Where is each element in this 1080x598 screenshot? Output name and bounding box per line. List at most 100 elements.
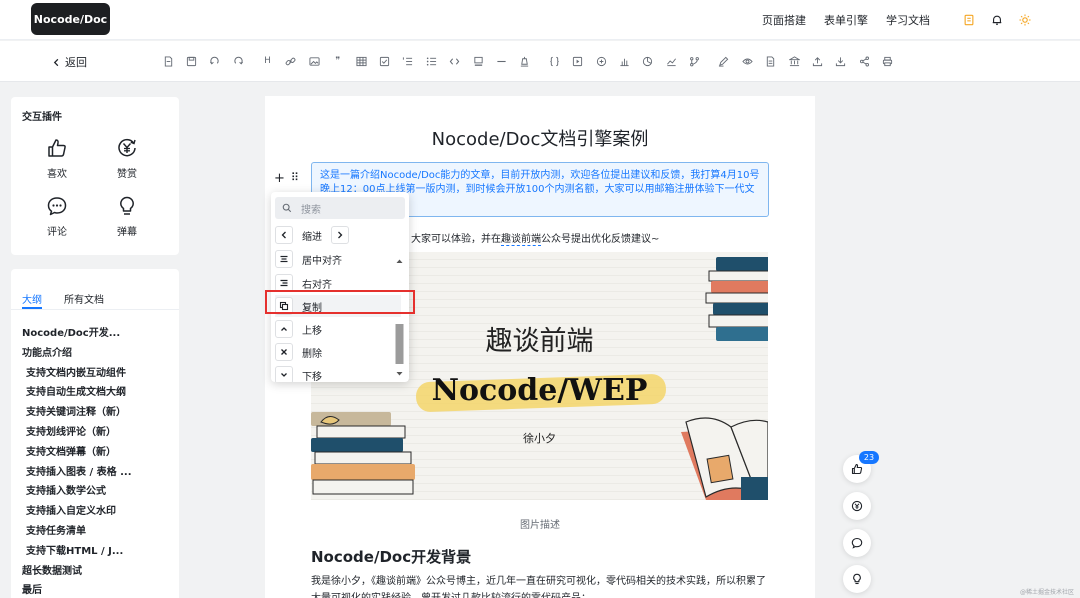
bullet-list-icon[interactable] <box>423 53 439 69</box>
outline-item[interactable]: 支持自动生成文档大纲 <box>22 386 132 406</box>
clear-format-icon[interactable] <box>517 53 533 69</box>
menu-scrollbar[interactable] <box>394 258 405 378</box>
redo-icon[interactable] <box>230 53 246 69</box>
checkbox-icon[interactable] <box>377 53 393 69</box>
back-button[interactable]: 返回 <box>52 54 87 70</box>
outline-item[interactable]: 功能点介绍 <box>22 347 132 367</box>
tab-outline[interactable]: 大纲 <box>22 291 42 309</box>
embed-icon[interactable] <box>593 53 609 69</box>
align-right-icon <box>275 274 293 292</box>
move-up-icon <box>275 320 293 338</box>
outline-item[interactable]: 支持插入数学公式 <box>22 485 132 505</box>
heading-icon[interactable]: H <box>260 53 276 69</box>
outline-item[interactable]: 支持插入图表 / 表格 ... <box>22 466 132 486</box>
print-icon[interactable] <box>880 53 896 69</box>
braces-icon[interactable] <box>546 53 562 69</box>
outline-item[interactable]: 支持下载HTML / J... <box>22 545 132 565</box>
float-danmaku-button[interactable] <box>843 565 871 593</box>
file-icon[interactable] <box>160 53 176 69</box>
bar-chart-icon[interactable] <box>616 53 632 69</box>
doc-title[interactable]: Nocode/Doc文档引擎案例 <box>265 125 815 151</box>
float-comment-button[interactable] <box>843 529 871 557</box>
menu-item-copy[interactable]: 复制 <box>275 295 401 317</box>
export-doc-icon[interactable] <box>763 53 779 69</box>
yen-icon <box>851 500 863 512</box>
nav-form-engine[interactable]: 表单引擎 <box>824 12 868 28</box>
plugin-comment-label: 评论 <box>47 227 67 238</box>
comment-icon <box>851 537 863 549</box>
back-label: 返回 <box>65 56 87 69</box>
watermark: @稀土掘金技术社区 <box>1019 589 1074 596</box>
menu-item-align-center[interactable]: 居中对齐 <box>275 248 401 270</box>
float-reward-button[interactable] <box>843 492 871 520</box>
search-placeholder: 搜索 <box>301 204 321 216</box>
undo-icon[interactable] <box>207 53 223 69</box>
image-author: 徐小夕 <box>523 432 556 445</box>
block-context-menu: 搜索 缩进 居中对齐 右对齐 复制 上移 删除 下移 <box>271 192 409 382</box>
code-icon[interactable] <box>447 53 463 69</box>
move-down-icon <box>275 366 293 382</box>
outline-item[interactable]: 支持文档内嵌互动组件 <box>22 367 132 387</box>
table-icon[interactable] <box>353 53 369 69</box>
logo[interactable]: Nocode/Doc <box>31 3 110 35</box>
thumbs-up-icon <box>46 137 68 159</box>
outline-item[interactable]: 支持文档弹幕（新） <box>22 446 132 466</box>
divider-icon[interactable] <box>493 53 509 69</box>
plugin-reward-label: 赞赏 <box>117 169 137 180</box>
plugin-danmaku-label: 弹幕 <box>117 227 137 238</box>
flow-icon[interactable] <box>687 53 703 69</box>
tab-all-docs[interactable]: 所有文档 <box>64 291 104 306</box>
plugin-comment[interactable]: 评论 <box>32 195 82 238</box>
section-heading[interactable]: Nocode/Doc开发背景 <box>311 546 471 567</box>
chevron-left-icon[interactable] <box>275 226 293 244</box>
pen-icon[interactable] <box>716 53 732 69</box>
like-count-badge: 23 <box>859 451 879 464</box>
line-chart-icon[interactable] <box>663 53 679 69</box>
nav-page-builder[interactable]: 页面搭建 <box>762 12 806 28</box>
bank-icon[interactable] <box>786 53 802 69</box>
menu-item-label: 右对齐 <box>302 279 332 291</box>
menu-item-move-up[interactable]: 上移 <box>275 318 401 340</box>
document-icon[interactable] <box>962 13 976 27</box>
quote-icon[interactable]: ❞ <box>330 53 346 69</box>
chevron-right-icon[interactable] <box>331 226 349 244</box>
outline-item[interactable]: 超长数据测试 <box>22 565 132 585</box>
drag-handle-icon[interactable]: ⠿ <box>291 171 299 186</box>
plugin-danmaku[interactable]: 弹幕 <box>102 195 152 238</box>
menu-item-label: 居中对齐 <box>302 255 342 267</box>
image-caption[interactable]: 图片描述 <box>265 516 815 531</box>
image-icon[interactable] <box>306 53 322 69</box>
align-center-icon <box>275 250 293 268</box>
video-icon[interactable] <box>570 53 586 69</box>
outline-item[interactable]: Nocode/Doc开发... <box>22 327 132 347</box>
bell-icon[interactable] <box>990 13 1004 27</box>
menu-item-align-right[interactable]: 右对齐 <box>275 272 401 294</box>
ordered-list-icon[interactable] <box>400 53 416 69</box>
plugin-reward[interactable]: 赞赏 <box>102 137 152 180</box>
lightbulb-icon <box>116 195 138 217</box>
menu-item-delete[interactable]: 删除 <box>275 341 401 363</box>
outline-item[interactable]: 支持插入自定义水印 <box>22 505 132 525</box>
add-block-icon[interactable]: + <box>274 171 285 186</box>
save-icon[interactable] <box>183 53 199 69</box>
pie-chart-icon[interactable] <box>640 53 656 69</box>
plugin-like-label: 喜欢 <box>47 169 67 180</box>
plugin-like[interactable]: 喜欢 <box>32 137 82 180</box>
outline-item[interactable]: 支持关键词注释（新） <box>22 406 132 426</box>
highlight-icon[interactable] <box>470 53 486 69</box>
paragraph-background[interactable]: 我是徐小夕，《趣谈前端》公众号博主，近几年一直在研究可视化，零代码相关的技术实践… <box>311 573 771 598</box>
share-icon[interactable] <box>856 53 872 69</box>
link-icon[interactable] <box>283 53 299 69</box>
chevron-left-icon <box>53 58 59 66</box>
nav-learning-docs[interactable]: 学习文档 <box>886 12 930 28</box>
sun-icon[interactable] <box>1018 13 1032 27</box>
upload-icon[interactable] <box>810 53 826 69</box>
menu-item-move-down[interactable]: 下移 <box>275 364 401 382</box>
outline-item[interactable]: 支持任务清单 <box>22 525 132 545</box>
keyword-annotation[interactable]: 趣谈前端 <box>501 234 541 246</box>
preview-icon[interactable] <box>739 53 755 69</box>
outline-item[interactable]: 最后 <box>22 584 132 598</box>
download-icon[interactable] <box>833 53 849 69</box>
menu-search-input[interactable]: 搜索 <box>275 197 405 219</box>
outline-item[interactable]: 支持划线评论（新） <box>22 426 132 446</box>
